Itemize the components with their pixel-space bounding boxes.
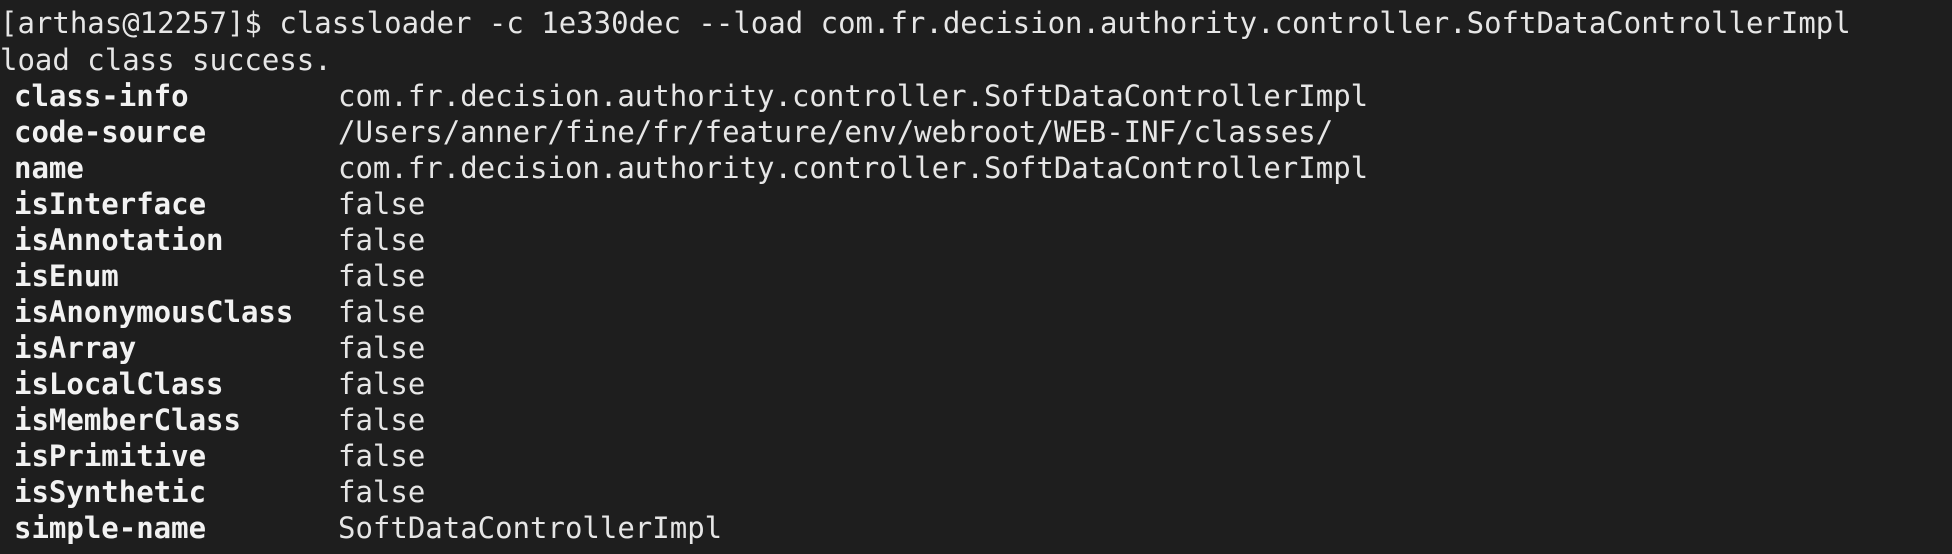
info-value: com.fr.decision.authority.controller.Sof… [338, 79, 1369, 113]
info-value: false [338, 187, 426, 221]
info-key: isSynthetic [14, 475, 207, 509]
info-value: false [338, 475, 426, 509]
info-row-isarray: isArray false [14, 330, 425, 366]
info-row-name: name com.fr.decision.authority.controller… [14, 150, 1368, 186]
info-key: class-info [14, 79, 189, 113]
info-value: com.fr.decision.authority.controller.Sof… [338, 151, 1369, 185]
info-key: isInterface [14, 187, 207, 221]
info-row-code-source: code-source/Users/anner/fine/fr/feature/… [14, 114, 1333, 150]
info-value: /Users/anner/fine/fr/feature/env/webroot… [338, 115, 1334, 149]
info-key: isPrimitive [14, 439, 207, 473]
info-key: code-source [14, 115, 207, 149]
status-message: load class success. [0, 43, 332, 77]
info-key: isMemberClass [14, 403, 241, 437]
info-value: false [338, 403, 426, 437]
info-row-islocalclass: isLocalClass false [14, 366, 425, 402]
info-row-isenum: isEnum false [14, 258, 425, 294]
info-row-isannotation: isAnnotation false [14, 222, 425, 258]
info-value: false [338, 367, 426, 401]
info-value: false [338, 295, 426, 329]
info-key: isAnonymousClass [14, 295, 294, 329]
info-row-isinterface: isInterface false [14, 186, 425, 222]
info-key: simple-name [14, 511, 207, 545]
info-row-isprimitive: isPrimitive false [14, 438, 425, 474]
info-value: false [338, 223, 426, 257]
command-line: [arthas@12257]$ classloader -c 1e330dec … [0, 5, 1851, 41]
terminal-window[interactable]: [arthas@12257]$ classloader -c 1e330dec … [0, 0, 1952, 554]
info-key: isLocalClass [14, 367, 224, 401]
info-value: false [338, 259, 426, 293]
info-row-isanonymousclass: isAnonymousClass false [14, 294, 425, 330]
info-value: false [338, 331, 426, 365]
info-key: isAnnotation [14, 223, 224, 257]
shell-prompt: [arthas@12257]$ [0, 6, 262, 40]
info-row-class-info: class-info com.fr.decision.authority.cont… [14, 78, 1368, 114]
info-value: SoftDataControllerImpl [338, 511, 723, 545]
command-text: classloader -c 1e330dec --load com.fr.de… [279, 6, 1851, 40]
info-row-ismemberclass: isMemberClass false [14, 402, 425, 438]
info-row-simple-name: simple-name SoftDataControllerImpl [14, 510, 722, 546]
info-key: name [14, 151, 84, 185]
info-key: isArray [14, 331, 137, 365]
info-key: isEnum [14, 259, 119, 293]
info-value: false [338, 439, 426, 473]
info-row-issynthetic: isSynthetic false [14, 474, 425, 510]
